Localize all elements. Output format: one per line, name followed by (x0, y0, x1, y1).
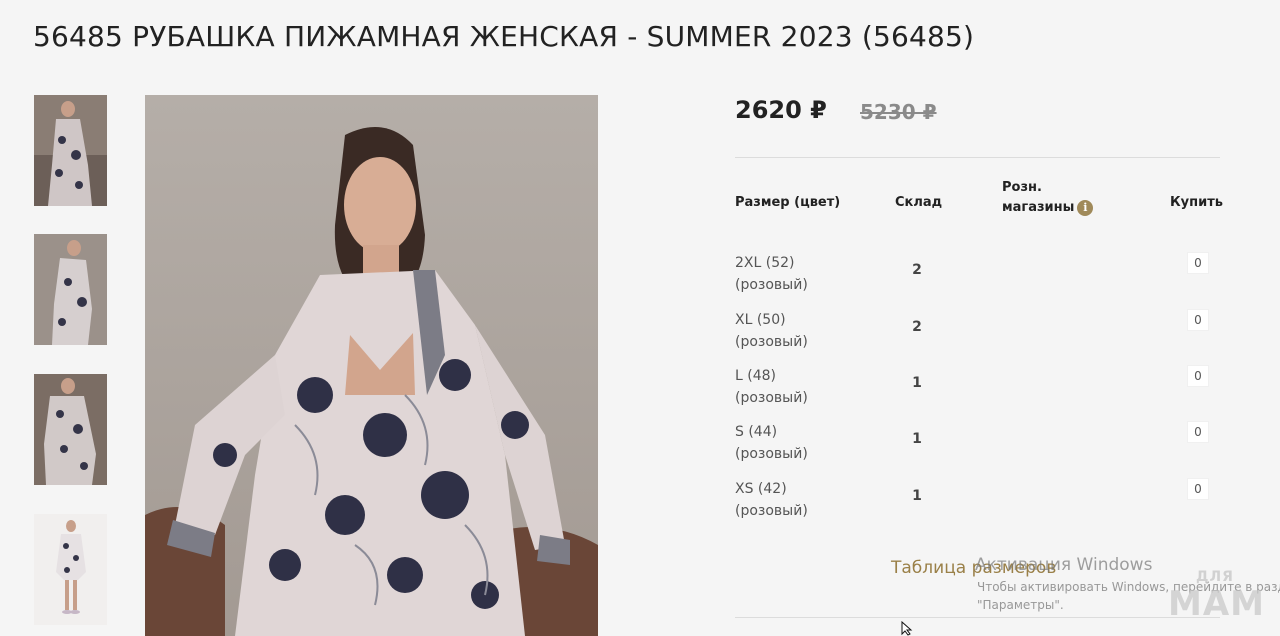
main-product-photo[interactable] (145, 95, 598, 636)
quantity-input[interactable] (1187, 421, 1209, 443)
size-cell: L (48) (розовый) (735, 365, 808, 409)
watermark-small: ДЛЯ (1196, 569, 1234, 585)
size-cell: XL (50) (розовый) (735, 309, 808, 353)
product-photo-image (145, 95, 598, 636)
thumbnail-1[interactable] (34, 95, 107, 206)
watermark-big: МАМ (1168, 584, 1265, 624)
header-retail-line1: Розн. (1002, 180, 1042, 195)
size-label: 2XL (52) (735, 255, 795, 271)
quantity-input[interactable] (1187, 365, 1209, 387)
product-title: 56485 РУБАШКА ПИЖАМНАЯ ЖЕНСКАЯ - SUMMER … (33, 20, 975, 53)
quantity-input[interactable] (1187, 309, 1209, 331)
size-color: (розовый) (735, 277, 808, 293)
quantity-input[interactable] (1187, 252, 1209, 274)
table-row: XS (42) (розовый) 1 (735, 478, 1220, 534)
size-cell: S (44) (розовый) (735, 421, 808, 465)
table-row: S (44) (розовый) 1 (735, 421, 1220, 477)
product-thumbnail-image (34, 95, 107, 206)
table-row: XL (50) (розовый) 2 (735, 309, 1220, 365)
size-color: (розовый) (735, 334, 808, 350)
size-cell: 2XL (52) (розовый) (735, 252, 808, 296)
table-row: 2XL (52) (розовый) 2 (735, 252, 1220, 308)
size-label: S (44) (735, 424, 778, 440)
thumbnail-4[interactable] (34, 514, 107, 625)
stock-count: 1 (912, 431, 922, 447)
size-color: (розовый) (735, 446, 808, 462)
old-price: 5230 ₽ (860, 100, 937, 124)
header-size: Размер (цвет) (735, 195, 841, 210)
table-row: L (48) (розовый) 1 (735, 365, 1220, 421)
size-label: L (48) (735, 368, 776, 384)
mouse-cursor-icon (901, 621, 913, 636)
thumbnail-2[interactable] (34, 234, 107, 345)
size-cell: XS (42) (розовый) (735, 478, 808, 522)
product-thumbnail-image (34, 234, 107, 345)
header-retail: Розн. магазины i (1002, 178, 1094, 218)
header-buy: Купить (1170, 195, 1223, 210)
divider (735, 157, 1220, 158)
size-label: XL (50) (735, 312, 786, 328)
stock-count: 2 (912, 319, 922, 335)
header-retail-line2: магазины (1002, 200, 1075, 215)
current-price: 2620 ₽ (735, 96, 827, 124)
divider (735, 617, 1220, 618)
stock-count: 1 (912, 375, 922, 391)
info-icon[interactable]: i (1077, 199, 1094, 216)
stock-count: 2 (912, 262, 922, 278)
product-thumbnail-image (34, 374, 107, 485)
size-color: (розовый) (735, 390, 808, 406)
size-color: (розовый) (735, 503, 808, 519)
size-label: XS (42) (735, 481, 787, 497)
stock-count: 1 (912, 488, 922, 504)
quantity-input[interactable] (1187, 478, 1209, 500)
header-retail-line2-wrap: магазины i (1002, 198, 1094, 218)
windows-activation-title: Активация Windows (975, 555, 1153, 575)
thumbnail-3[interactable] (34, 374, 107, 485)
product-thumbnail-image (34, 514, 107, 625)
header-stock: Склад (895, 195, 943, 210)
